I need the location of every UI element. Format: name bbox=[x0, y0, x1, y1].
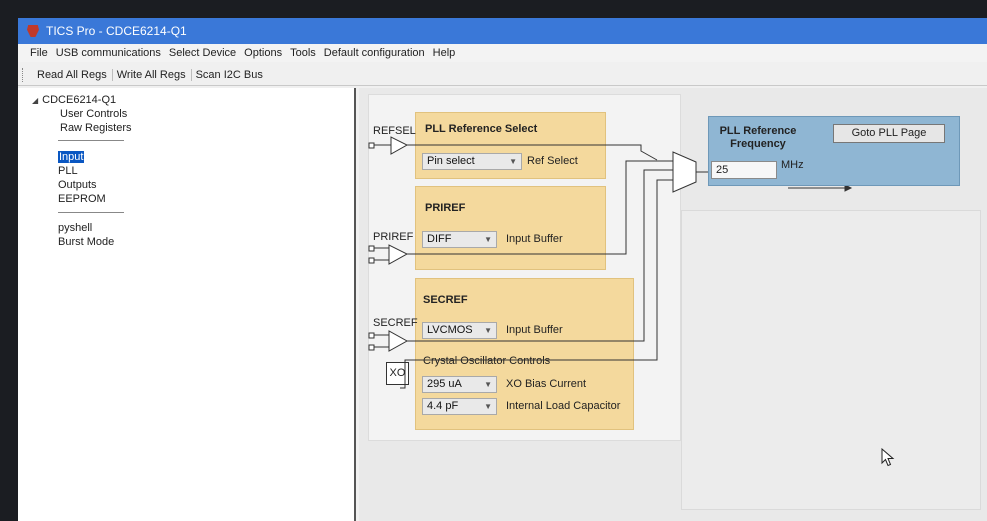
menu-bar: File USB communications Select Device Op… bbox=[18, 44, 987, 62]
tree-item-eeprom[interactable]: EEPROM bbox=[58, 193, 106, 205]
priref-n-pin-icon bbox=[368, 257, 375, 264]
refsel-buffer-icon bbox=[390, 136, 409, 155]
refsel-pin-icon bbox=[368, 142, 375, 149]
tree-item-pll[interactable]: PLL bbox=[58, 165, 78, 177]
secref-buffer-icon bbox=[388, 330, 409, 352]
title-bar: TICS Pro - CDCE6214-Q1 bbox=[18, 18, 987, 44]
priref-buffer-icon bbox=[388, 244, 409, 265]
pll-reference-frequency-title: PLL Reference Frequency bbox=[719, 125, 797, 150]
app-window: TICS Pro - CDCE6214-Q1 File USB communic… bbox=[18, 18, 987, 521]
navigation-tree: ◢ CDCE6214-Q1 User Controls Raw Registers… bbox=[18, 88, 356, 521]
menu-select-device[interactable]: Select Device bbox=[167, 47, 242, 59]
pll-reference-frequency-panel: PLL Reference Frequency Goto PLL Page 25… bbox=[708, 116, 960, 186]
reference-mux-icon bbox=[672, 151, 697, 193]
scan-i2c-bus-button[interactable]: Scan I2C Bus bbox=[192, 69, 268, 81]
priref-p-pin-icon bbox=[368, 245, 375, 252]
pll-reference-frequency-input[interactable]: 25 bbox=[711, 161, 777, 179]
goto-pll-page-button[interactable]: Goto PLL Page bbox=[833, 124, 945, 143]
tree-separator bbox=[58, 140, 124, 141]
tree-item-input[interactable]: Input bbox=[58, 151, 85, 163]
input-page: PLL Reference Select Pin select ▼ Ref Se… bbox=[359, 88, 987, 521]
toolbar-grip[interactable] bbox=[22, 67, 25, 82]
window-title: TICS Pro - CDCE6214-Q1 bbox=[46, 24, 187, 38]
tree-item-raw-registers[interactable]: Raw Registers bbox=[60, 122, 132, 134]
tree-item-burst-mode[interactable]: Burst Mode bbox=[58, 236, 114, 248]
secref-p-pin-icon bbox=[368, 332, 375, 339]
tree-item-pyshell[interactable]: pyshell bbox=[58, 222, 92, 234]
secref-n-pin-icon bbox=[368, 344, 375, 351]
ti-logo-icon bbox=[26, 24, 40, 38]
menu-file[interactable]: File bbox=[28, 47, 54, 59]
menu-default-configuration[interactable]: Default configuration bbox=[322, 47, 431, 59]
toolbar: Read All Regs Write All Regs Scan I2C Bu… bbox=[18, 64, 987, 86]
tree-item-user-controls[interactable]: User Controls bbox=[60, 108, 127, 120]
read-all-regs-button[interactable]: Read All Regs bbox=[33, 68, 113, 81]
collapse-triangle-icon[interactable]: ◢ bbox=[32, 96, 38, 105]
menu-help[interactable]: Help bbox=[431, 47, 462, 59]
tree-root[interactable]: ◢ CDCE6214-Q1 bbox=[32, 94, 116, 106]
tree-separator bbox=[58, 212, 124, 213]
menu-tools[interactable]: Tools bbox=[288, 47, 322, 59]
frequency-unit-label: MHz bbox=[781, 159, 804, 171]
write-all-regs-button[interactable]: Write All Regs bbox=[113, 68, 192, 81]
tree-item-outputs[interactable]: Outputs bbox=[58, 179, 97, 191]
menu-options[interactable]: Options bbox=[242, 47, 288, 59]
tree-root-label: CDCE6214-Q1 bbox=[42, 94, 117, 106]
mouse-pointer-icon bbox=[881, 448, 895, 467]
menu-usb-communications[interactable]: USB communications bbox=[54, 47, 167, 59]
tree-item-input-label: Input bbox=[58, 151, 85, 163]
